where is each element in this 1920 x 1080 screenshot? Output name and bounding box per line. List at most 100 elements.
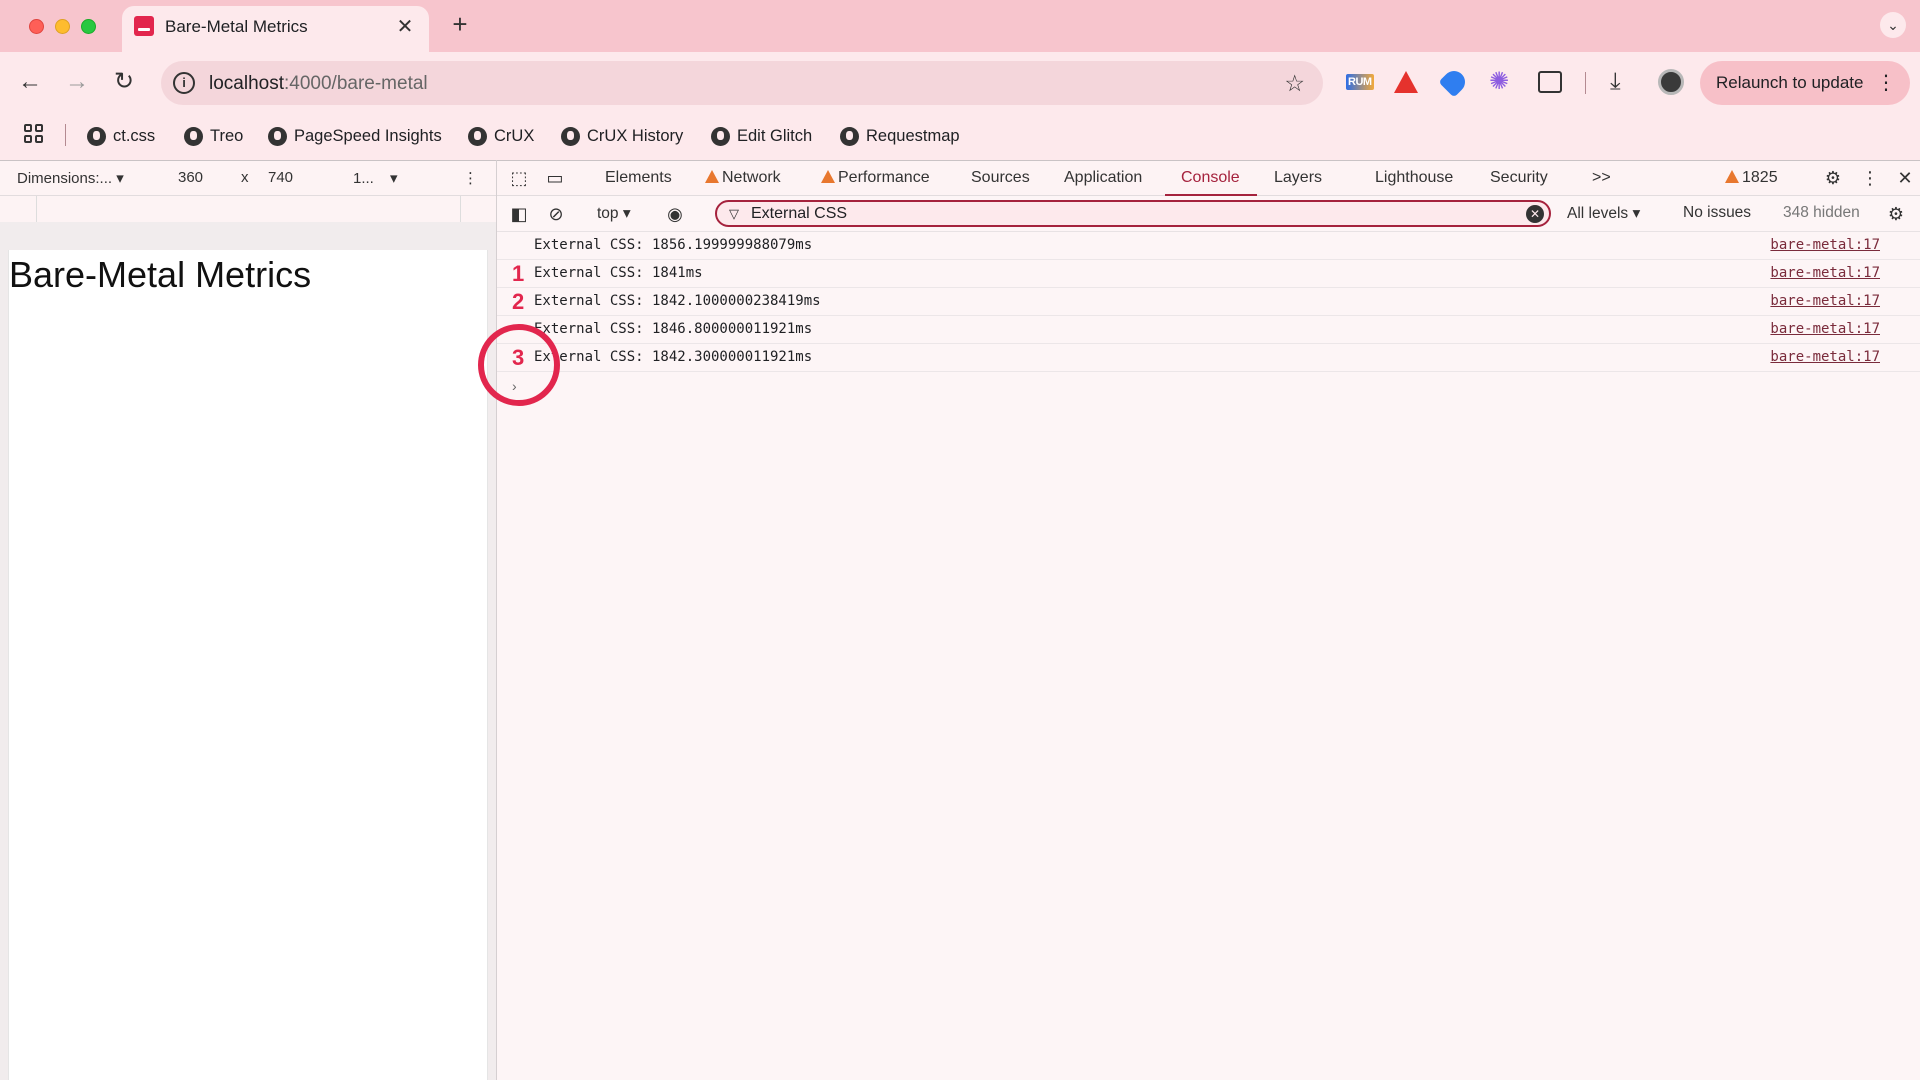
close-window-button[interactable]	[29, 19, 44, 34]
log-source-link[interactable]: bare-metal:17	[1770, 237, 1880, 253]
height-input[interactable]: 740	[268, 169, 293, 186]
warning-icon	[705, 170, 719, 183]
site-info-icon[interactable]: i	[173, 72, 195, 94]
bookmark-ct-css[interactable]: ct.css	[87, 122, 155, 150]
bookmark-label: CrUX	[494, 127, 535, 145]
console-log-row: 3 External CSS: 1842.300000011921ms bare…	[497, 344, 1920, 372]
clear-filter-icon[interactable]: ✕	[1526, 205, 1544, 223]
console-settings-gear-icon[interactable]: ⚙	[1886, 204, 1906, 224]
devtools-kebab-icon[interactable]: ⋮	[1860, 168, 1880, 188]
extensions-puzzle-icon[interactable]	[1538, 71, 1562, 93]
globe-icon	[840, 127, 859, 146]
bookmark-label: Edit Glitch	[737, 127, 813, 145]
zoom-label: 1...	[353, 170, 374, 187]
tab-layers[interactable]: Layers	[1274, 169, 1322, 187]
relaunch-label: Relaunch to update	[1716, 73, 1864, 92]
bookmark-pagespeed-insights[interactable]: PageSpeed Insights	[268, 122, 442, 150]
bookmark-crux[interactable]: CrUX	[468, 122, 534, 150]
tab-sources[interactable]: Sources	[971, 169, 1030, 187]
bookmark-requestmap[interactable]: Requestmap	[840, 122, 960, 150]
profile-avatar[interactable]	[1658, 69, 1684, 95]
tab-security[interactable]: Security	[1490, 169, 1548, 187]
reload-icon[interactable]: ↻	[109, 67, 139, 97]
more-tabs-chevron-icon[interactable]: >>	[1592, 169, 1611, 187]
bookmark-edit-glitch[interactable]: Edit Glitch	[711, 122, 812, 150]
filter-funnel-icon: ▽	[729, 206, 739, 221]
bookmark-treo[interactable]: Treo	[184, 122, 243, 150]
download-icon[interactable]: ⤓	[1610, 69, 1621, 95]
address-bar[interactable]: i localhost:4000/bare-metal ☆	[161, 61, 1323, 105]
relaunch-to-update-button[interactable]: Relaunch to update ⋮	[1700, 61, 1910, 105]
zoom-dropdown[interactable]: 1... ▾	[353, 169, 398, 187]
warning-icon	[821, 170, 835, 183]
settings-gear-icon[interactable]: ⚙	[1823, 168, 1843, 188]
bookmark-crux-history[interactable]: CrUX History	[561, 122, 683, 150]
log-source-link[interactable]: bare-metal:17	[1770, 321, 1880, 337]
url-text[interactable]: localhost:4000/bare-metal	[209, 73, 428, 95]
annotation-number: 1	[512, 261, 525, 286]
url-host: localhost	[209, 73, 284, 94]
globe-icon	[711, 127, 730, 146]
tab-application[interactable]: Application	[1064, 169, 1142, 187]
bookmark-star-icon[interactable]: ☆	[1284, 70, 1305, 97]
log-message: External CSS: 1856.199999988079ms	[534, 237, 813, 253]
tab-elements[interactable]: Elements	[605, 169, 672, 187]
page-heading: Bare-Metal Metrics	[9, 254, 312, 295]
filter-text: External CSS	[751, 205, 848, 222]
dimensions-dropdown[interactable]: Dimensions:... ▾	[17, 169, 124, 187]
bookmark-label: Requestmap	[866, 127, 960, 145]
tab-close-icon[interactable]: ✕	[394, 16, 416, 38]
log-levels-label: All levels	[1567, 205, 1629, 222]
warning-icon	[1725, 170, 1739, 183]
dropdown-caret-icon: ▾	[622, 205, 631, 222]
device-toggle-icon[interactable]: ▭	[545, 168, 565, 188]
kebab-menu-icon[interactable]: ⋮	[1876, 61, 1896, 105]
console-filter-input[interactable]: ▽ External CSS ✕	[715, 200, 1551, 227]
tab-console[interactable]: Console	[1181, 169, 1240, 187]
log-source-link[interactable]: bare-metal:17	[1770, 293, 1880, 309]
url-path: :4000/bare-metal	[284, 73, 428, 94]
tab-network[interactable]: Network	[705, 169, 781, 187]
console-log-row: External CSS: 1846.800000011921ms bare-m…	[497, 316, 1920, 344]
width-input[interactable]: 360	[178, 169, 203, 186]
browser-tab[interactable]: Bare-Metal Metrics ✕	[122, 6, 429, 52]
tab-search-chevron-icon[interactable]: ⌄	[1880, 12, 1906, 38]
tab-lighthouse[interactable]: Lighthouse	[1375, 169, 1453, 187]
apps-grid-icon[interactable]	[24, 124, 44, 144]
log-message: External CSS: 1842.300000011921ms	[534, 349, 813, 365]
live-expression-eye-icon[interactable]: ◉	[665, 204, 685, 224]
new-tab-button[interactable]: +	[447, 11, 473, 38]
emulated-viewport: Bare-Metal Metrics	[8, 250, 488, 1080]
back-arrow-icon[interactable]: ←	[15, 67, 45, 97]
clear-console-icon[interactable]: ⊘	[546, 204, 566, 224]
log-source-link[interactable]: bare-metal:17	[1770, 349, 1880, 365]
issues-counter[interactable]: No issues	[1683, 204, 1751, 222]
tab-strip: Bare-Metal Metrics ✕ + ⌄	[0, 0, 1920, 52]
warning-triangle-extension-icon[interactable]	[1394, 71, 1418, 93]
ruler-mark	[460, 196, 461, 222]
inspect-element-icon[interactable]: ⬚	[509, 168, 529, 188]
minimize-window-button[interactable]	[55, 19, 70, 34]
dropdown-caret-icon: ▾	[1632, 205, 1641, 222]
log-source-link[interactable]: bare-metal:17	[1770, 265, 1880, 281]
rum-extension-label: RUM	[1346, 74, 1374, 90]
close-devtools-icon[interactable]: ✕	[1895, 168, 1915, 188]
gear-extension-icon[interactable]: ✺	[1489, 69, 1509, 95]
rum-extension-icon[interactable]: RUM	[1346, 69, 1374, 95]
warning-count: 1825	[1742, 169, 1778, 186]
annotation-circle	[478, 324, 560, 406]
bookmarks-divider	[65, 124, 66, 146]
times-label: x	[241, 169, 249, 186]
log-levels-dropdown[interactable]: All levels ▾	[1567, 204, 1640, 223]
maximize-window-button[interactable]	[81, 19, 96, 34]
browser-toolbar: ← → ↻ i localhost:4000/bare-metal ☆ RUM …	[0, 52, 1920, 112]
warnings-counter[interactable]: 1825	[1725, 169, 1778, 187]
tab-performance[interactable]: Performance	[821, 169, 930, 187]
sidebar-toggle-icon[interactable]: ◧	[509, 204, 529, 224]
forward-arrow-icon[interactable]: →	[62, 67, 92, 97]
context-selector[interactable]: top ▾	[597, 204, 631, 223]
bookmark-label: ct.css	[113, 127, 156, 145]
device-options-kebab-icon[interactable]: ⋮	[463, 169, 478, 187]
log-message: External CSS: 1842.1000000238419ms	[534, 293, 821, 309]
tag-extension-icon[interactable]	[1438, 66, 1470, 98]
